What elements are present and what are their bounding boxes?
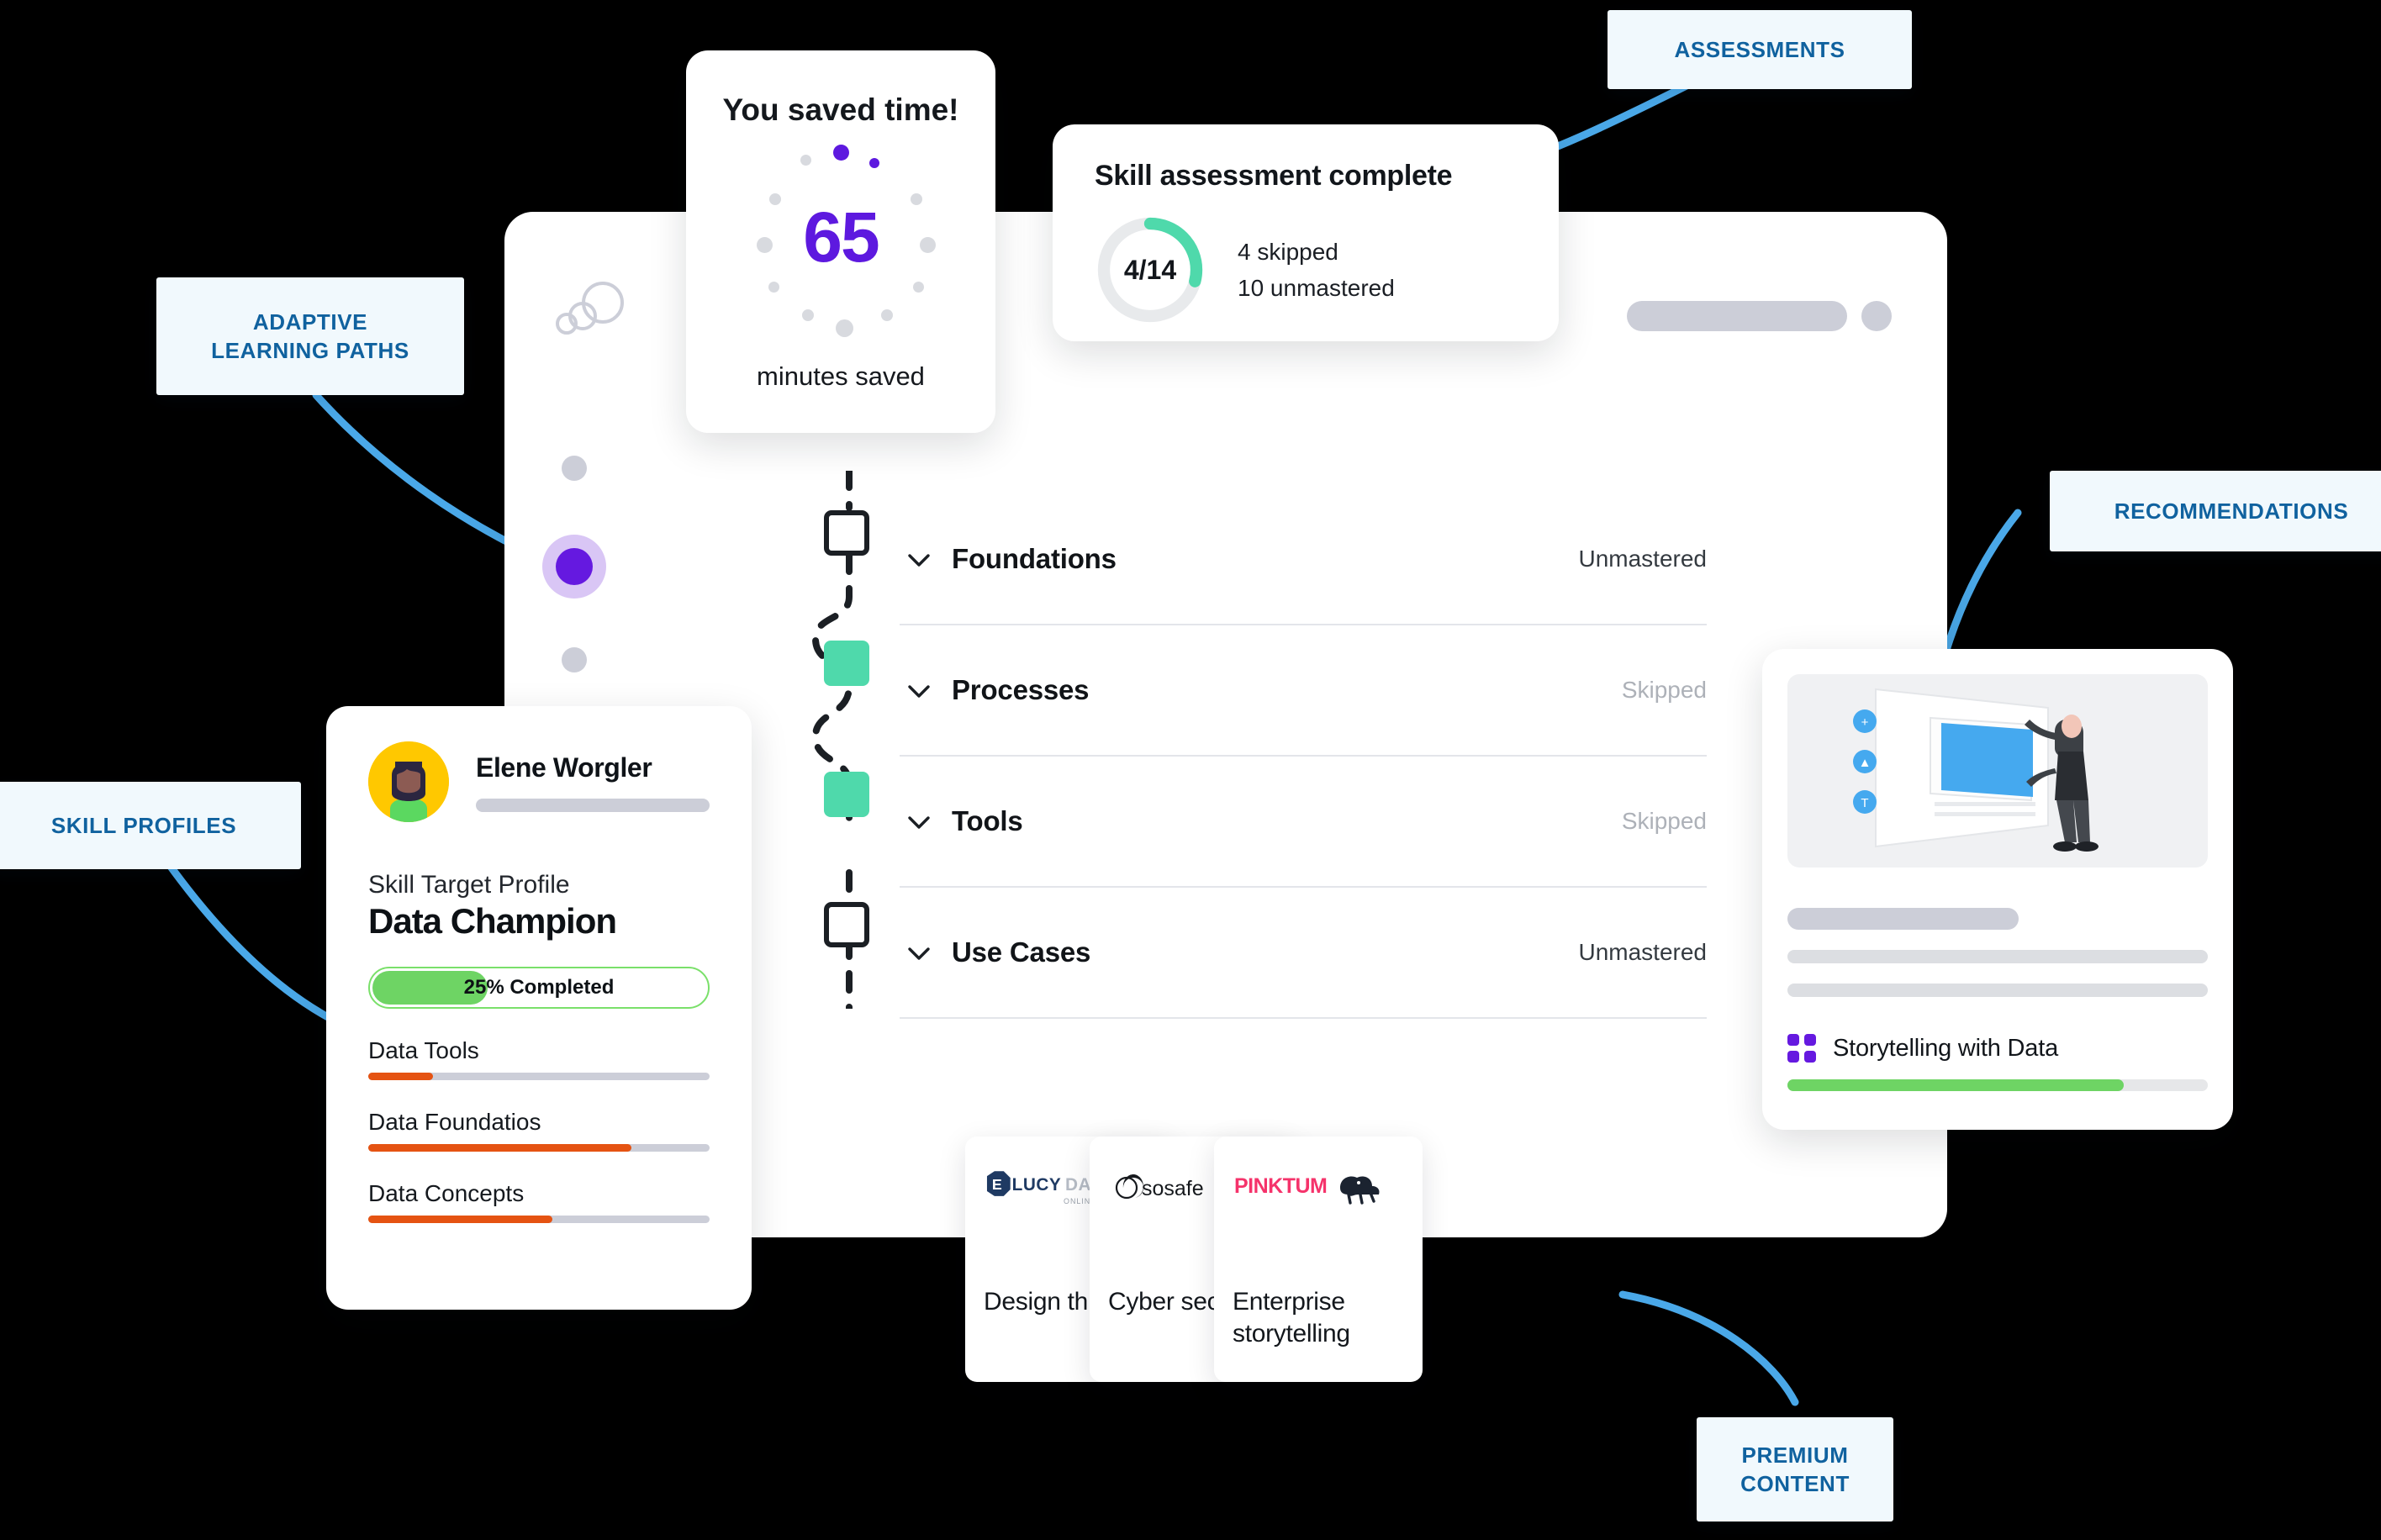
- table-row[interactable]: Use Cases Unmastered: [900, 888, 1707, 1019]
- sidebar-nav-dot-1[interactable]: [562, 456, 587, 481]
- svg-text:+: +: [1861, 715, 1869, 730]
- skill-meter-track: [368, 1073, 710, 1080]
- saved-time-value: 65: [803, 198, 879, 277]
- recommendation-title-placeholder: [1787, 908, 2019, 930]
- svg-text:▲: ▲: [1859, 756, 1872, 770]
- grid-icon: [1787, 1034, 1816, 1063]
- pinktum-logo-icon: PINKTUM: [1233, 1160, 1404, 1216]
- list-item: Data Foundatios: [368, 1109, 710, 1152]
- topbar-placeholder-pill: [1627, 301, 1847, 331]
- assessment-skipped-count: 4 skipped: [1238, 238, 1338, 265]
- topbar-avatar-placeholder[interactable]: [1861, 301, 1892, 331]
- sidebar-nav-dot-active-core: [556, 548, 593, 585]
- callout-adaptive-learning-paths: ADAPTIVE LEARNING PATHS: [156, 277, 464, 395]
- recommendation-progress-track: [1787, 1079, 2208, 1091]
- skill-area-name: Tools: [952, 805, 1023, 836]
- skill-area-status: Unmastered: [1578, 546, 1707, 572]
- svg-text:LUCY: LUCY: [1012, 1175, 1062, 1195]
- list-item: Data Concepts: [368, 1180, 710, 1223]
- skill-meter-track: [368, 1144, 710, 1152]
- profile-progress-label: 25% Completed: [463, 976, 615, 999]
- recommendation-progress-fill: [1787, 1079, 2124, 1091]
- skill-area-name: Processes: [952, 674, 1090, 705]
- table-row[interactable]: Processes Skipped: [900, 625, 1707, 757]
- svg-text:PINKTUM: PINKTUM: [1234, 1174, 1327, 1198]
- skill-meter-label: Data Foundatios: [368, 1109, 541, 1135]
- assessment-title: Skill assessment complete: [1095, 160, 1453, 192]
- svg-text:E: E: [992, 1176, 1002, 1193]
- app-logo-icon: [556, 282, 624, 335]
- timeline-node-tools: [824, 772, 869, 817]
- skill-area-status: Skipped: [1621, 808, 1707, 834]
- skill-meter-label: Data Concepts: [368, 1180, 525, 1206]
- chevron-down-icon[interactable]: [900, 671, 938, 709]
- chevron-down-icon[interactable]: [900, 933, 938, 972]
- assessment-unmastered-count: 10 unmastered: [1238, 275, 1395, 301]
- timeline-node-use-cases: [824, 902, 869, 947]
- sidebar-nav-dot-3[interactable]: [562, 647, 587, 672]
- skill-meter-label: Data Tools: [368, 1037, 479, 1063]
- recommendation-thumbnail: + ▲ T: [1787, 674, 2208, 868]
- screenshot-root: Foundations Unmastered Processes Skipped…: [0, 0, 2381, 1540]
- callout-skill-profiles: SKILL PROFILES: [0, 782, 301, 869]
- skill-profile-card: Elene Worgler Skill Target Profile Data …: [326, 706, 752, 1310]
- svg-text:T: T: [1861, 796, 1868, 810]
- assessment-card: Skill assessment complete 4/14 4 skipped…: [1053, 124, 1559, 341]
- recommendation-text-placeholder: [1787, 984, 2208, 997]
- profile-subtitle-placeholder: [476, 798, 710, 812]
- content-card-title: Enterprise storytelling: [1233, 1288, 1350, 1348]
- skill-meter-fill: [368, 1216, 553, 1223]
- skill-area-status: Skipped: [1621, 677, 1707, 703]
- profile-user-name: Elene Worgler: [476, 752, 652, 783]
- table-row[interactable]: Tools Skipped: [900, 757, 1707, 888]
- profile-progress-bar: 25% Completed: [368, 967, 710, 1009]
- timeline-node-processes: [824, 641, 869, 686]
- recommendation-text-placeholder: [1787, 950, 2208, 963]
- recommendation-course-name: Storytelling with Data: [1833, 1034, 2058, 1062]
- skill-meter-track: [368, 1216, 710, 1223]
- saved-time-title: You saved time!: [722, 92, 959, 127]
- sidebar-nav-dot-active[interactable]: [542, 535, 606, 599]
- list-item: Data Tools: [368, 1037, 710, 1080]
- svg-text:sosafe: sosafe: [1142, 1177, 1204, 1200]
- skill-meter-fill: [368, 1073, 434, 1080]
- recommendation-card[interactable]: + ▲ T Storytelling with Data: [1762, 649, 2233, 1130]
- saved-time-card: You saved time! 65 minutes saved: [686, 50, 995, 433]
- chevron-down-icon[interactable]: [900, 802, 938, 841]
- skill-area-name: Foundations: [952, 543, 1117, 574]
- avatar: [368, 741, 449, 822]
- assessment-donut-label: 4/14: [1123, 254, 1177, 285]
- callout-assessments: ASSESSMENTS: [1608, 10, 1912, 89]
- skill-area-name: Use Cases: [952, 936, 1091, 968]
- saved-time-subtitle: minutes saved: [757, 361, 925, 391]
- content-card-enterprise-storytelling[interactable]: PINKTUM Enterprise storytelling: [1214, 1137, 1423, 1382]
- table-row[interactable]: Foundations Unmastered: [900, 494, 1707, 625]
- saved-time-dot-ring: 65: [731, 145, 950, 338]
- profile-section-label: Skill Target Profile: [368, 871, 570, 899]
- assessment-donut-chart: 4/14: [1095, 214, 1206, 325]
- timeline-node-foundations: [824, 510, 869, 556]
- callout-recommendations: RECOMMENDATIONS: [2050, 471, 2381, 551]
- profile-target-title: Data Champion: [368, 901, 617, 941]
- skill-meter-fill: [368, 1144, 631, 1152]
- callout-premium-content: PREMIUM CONTENT: [1697, 1417, 1893, 1522]
- skill-area-list: Foundations Unmastered Processes Skipped…: [900, 494, 1707, 1019]
- chevron-down-icon[interactable]: [900, 540, 938, 578]
- skill-area-status: Unmastered: [1578, 939, 1707, 965]
